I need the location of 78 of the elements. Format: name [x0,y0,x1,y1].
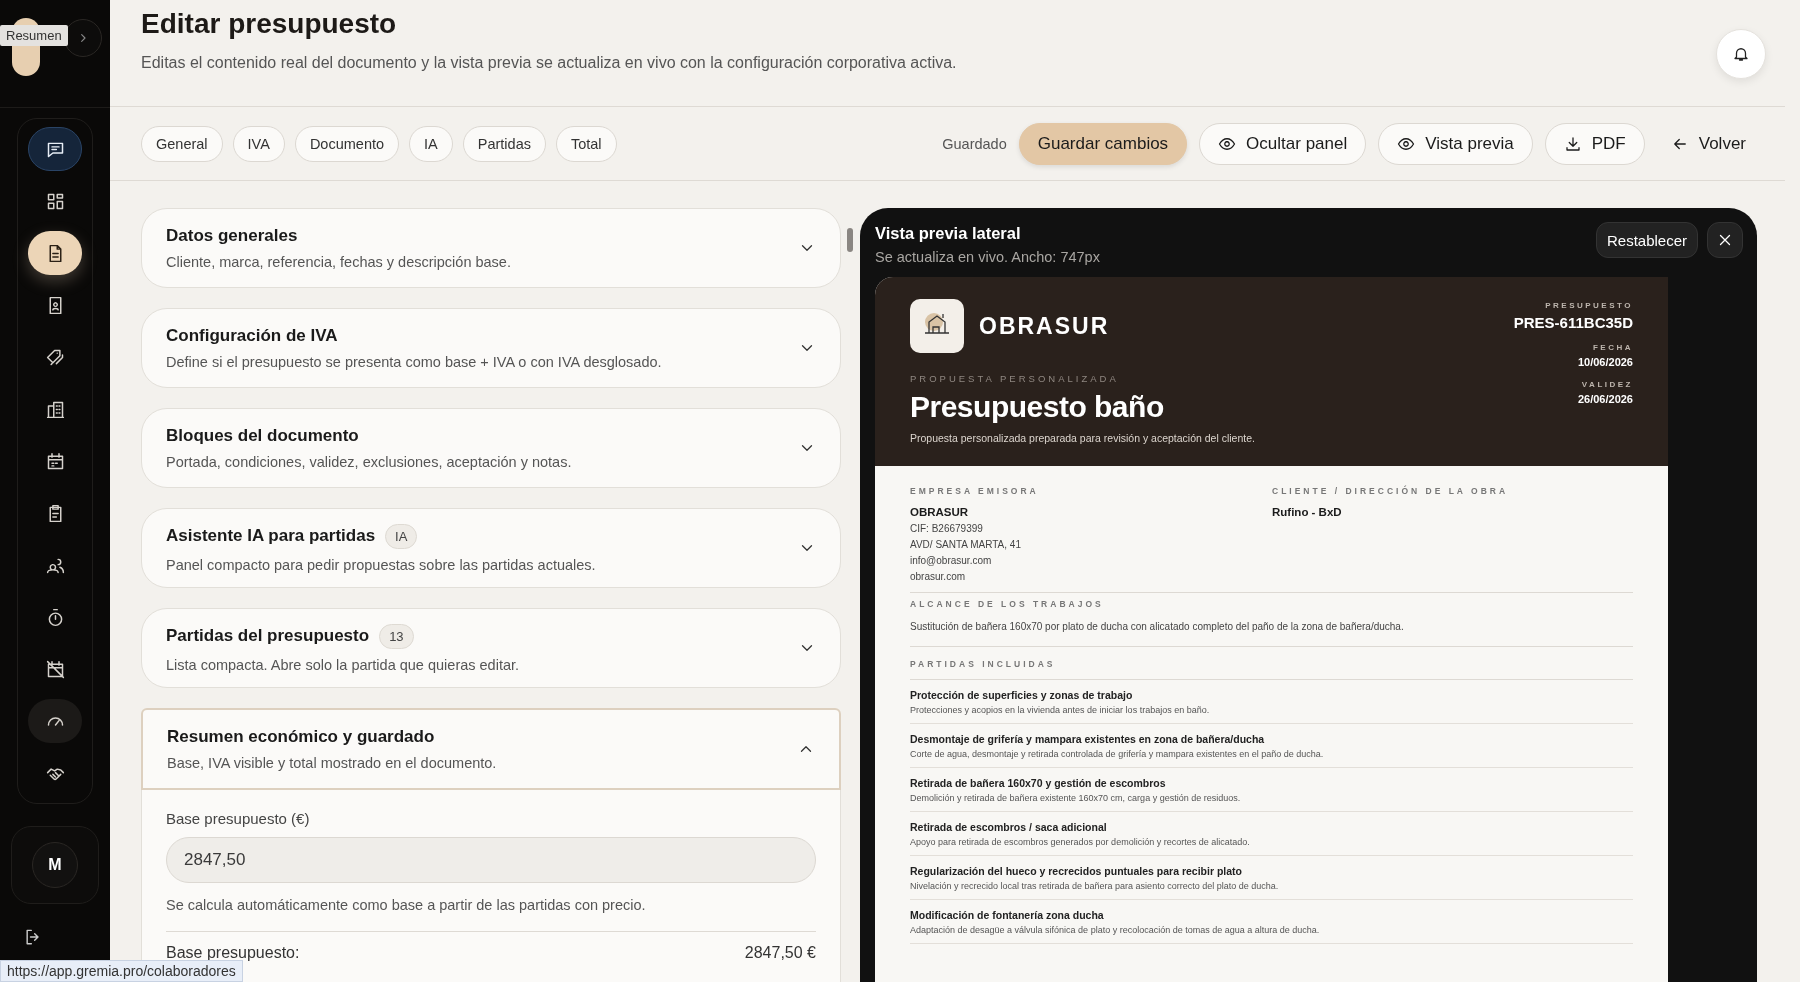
section-tab[interactable]: IVA [232,125,285,162]
avatar[interactable]: M [32,842,78,888]
page-subtitle: Editas el contenido real del documento y la vista previa se actualiza en vivo con la configuración corporativa activa. [141,54,957,72]
section-card[interactable]: Datos generales Cliente, marca, referencia, fechas y descripción base. [141,208,841,288]
meta-value: 10/06/2026 [1576,356,1633,368]
document-title: Presupuesto baño [910,390,1165,424]
save-status: Guardado [942,135,1007,152]
save-button[interactable]: Guardar cambios [1018,122,1188,165]
help-text: Se calcula automáticamente como base a partir de las partidas con precio. [166,897,816,932]
item-title: Retirada de bañera 160x70 y gestión de escombros [910,777,1167,789]
section-description: Panel compacto para pedir propuestas sobre las partidas actuales. [166,556,596,573]
section-label: EMPRESA EMISORA [910,486,1040,496]
section-tab[interactable]: Documento [294,125,400,162]
count-badge: 13 [379,623,414,649]
issuer-detail: AVD/ SANTA MARTA, 41 [910,539,1022,550]
section-title: Configuración de IVA [166,326,338,346]
section-card[interactable]: Configuración de IVA Define si el presupuesto se presenta como base + IVA o con IVA desglosado. [141,308,841,388]
item-description: Protecciones y acopios en la vivienda antes de iniciar los trabajos en baño. [910,705,1211,715]
meta-label: FECHA [1591,343,1633,352]
preview-title: Vista previa lateral [875,224,1022,243]
section-card[interactable]: Resumen económico y guardado Base, IVA visible y total mostrado en el documento. [141,708,841,790]
pdf-button[interactable]: PDF [1544,122,1645,165]
amount-field[interactable]: 2847,50 [166,837,816,883]
section-label: CLIENTE / DIRECCIÓN DE LA OBRA [1272,486,1510,496]
section-tab[interactable]: Partidas [462,125,546,162]
item-description: Nivelación y recrecido local tras retirada de bañera para asiento correcto del plato de ducha. [910,881,1280,891]
item-description: Corte de agua, desmontaje y retirada controlada de grifería y mampara existentes en el paño de ducha. [910,749,1325,759]
meta-value: PRES-611BC35D [1513,314,1633,331]
meta-label: VALIDEZ [1580,380,1633,389]
item-description: Apoyo para retirada de escombros generados por demolición y recortes de alicatado. [910,837,1251,847]
document-intro: Propuesta personalizada preparada para revisión y aceptación del cliente. [910,432,1255,444]
section-description: Cliente, marca, referencia, fechas y descripción base. [166,254,511,270]
section-title: Resumen económico y guardado [167,727,435,747]
field-label: Base presupuesto (€) [166,810,311,827]
page-title: Editar presupuesto [141,8,398,40]
section-tab[interactable]: General [141,125,223,162]
item-title: Retirada de escombros / saca adicional [910,821,1108,833]
section-description: Base, IVA visible y total mostrado en el documento. [167,755,497,771]
section-card[interactable]: Asistente IA para partidas IA Panel compacto para pedir propuestas sobre las partidas actuales. [141,508,841,588]
company-name: OBRASUR [979,312,1110,340]
issuer-name: OBRASUR [910,506,970,518]
item-title: Desmontaje de grifería y mampara existentes en zona de bañera/ducha [910,733,1266,745]
total-value: 2847,50 € [744,944,816,962]
section-description: Lista compacta. Abre solo la partida que quieras editar. [166,656,520,673]
item-title: Regularización del hueco y recrecidos puntuales para recibir plato [910,865,1244,877]
item-description: Demolición y retirada de bañera existente 160x70 cm, carga y gestión de residuos. [910,793,1242,803]
preview-subtitle: Se actualiza en vivo. Ancho: 747px [875,249,1100,265]
client-name: Rufino - BxD [1272,506,1343,518]
section-title: Bloques del documento [166,426,359,446]
section-description: Define si el presupuesto se presenta como base + IVA o con IVA desglosado. [166,354,662,370]
meta-label: PRESUPUESTO [1544,301,1633,310]
section-tab[interactable]: IA [409,125,453,162]
count-badge: IA [385,523,418,549]
document-eyebrow: PROPUESTA PERSONALIZADA [910,373,1120,384]
scope-text: Sustitución de bañera 160x70 por plato de ducha con alicatado completo del paño de la zona de bañera/ducha. [910,621,1405,632]
reset-button[interactable]: Restablecer [1595,222,1698,258]
section-card[interactable]: Partidas del presupuesto 13 Lista compacta. Abre solo la partida que quieras editar. [141,608,841,688]
status-bar-url: https://app.gremia.pro/colaboradores [0,960,243,982]
item-title: Protección de superficies y zonas de trabajo [910,689,1134,701]
action-button[interactable]: Vista previa [1378,122,1533,165]
section-title: Asistente IA para partidas [166,526,376,546]
item-title: Modificación de fontanería zona ducha [910,909,1105,921]
section-label: PARTIDAS INCLUIDAS [910,659,1633,680]
tooltip: Resumen [0,25,68,46]
section-title: Datos generales [166,226,298,246]
section-label: ALCANCE DE LOS TRABAJOS [910,599,1105,609]
issuer-detail: info@obrasur.com [910,555,993,566]
section-description: Portada, condiciones, validez, exclusiones, aceptación y notas. [166,454,572,470]
section-card[interactable]: Bloques del documento Portada, condiciones, validez, exclusiones, aceptación y notas. [141,408,841,488]
item-description: Adaptación de desagüe a válvula sifónica de plato y recolocación de tomas de agua a altura de ducha. [910,925,1321,935]
action-button[interactable]: Ocultar panel [1199,122,1367,165]
back-button[interactable]: Volver [1656,122,1760,165]
total-label: Base presupuesto: [166,944,300,962]
meta-value: 26/06/2026 [1576,393,1633,405]
issuer-detail: obrasur.com [910,571,967,582]
section-title: Partidas del presupuesto [166,626,370,646]
issuer-detail: CIF: B26679399 [910,523,984,534]
section-tab[interactable]: Total [555,125,617,162]
